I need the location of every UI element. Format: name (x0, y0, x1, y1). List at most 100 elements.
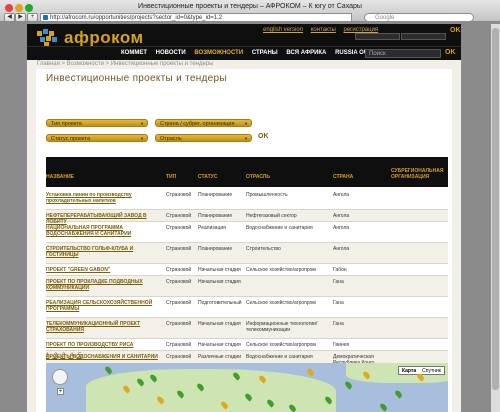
projects-map[interactable]: + Карта Спутник (46, 363, 448, 412)
project-sector-cell: Информационные технологии/ телекоммуника… (246, 321, 318, 333)
table-row: ТЕЛЕКОММУНИКАЦИОННЫЙ ПРОЕКТ СТРАХОВАНИЯ С… (46, 318, 448, 339)
project-status-cell: Начальная стадия (198, 267, 241, 273)
project-name-link[interactable]: Установка линии по производству прохлади… (46, 192, 164, 204)
project-name-link[interactable]: ПРОЕКТ ПО ПРОИЗВОДСТВУ РИСА (46, 342, 164, 348)
page-title: Инвестиционные проекты и тендеры (46, 73, 227, 84)
column-header-type[interactable]: ТИП (166, 174, 176, 180)
forward-button[interactable]: ▶ (15, 13, 26, 22)
nav-item-countries[interactable]: СТРАНЫ (252, 50, 278, 56)
project-sector-cell: Водоснабжение и санитария (246, 225, 313, 231)
project-country-cell: Гана (333, 300, 344, 306)
table-row: ПРОЕКТ ПО ПРОКЛАДКЕ ПОДВОДНЫХ КОММУНИКАЦ… (46, 276, 448, 297)
column-header-country[interactable]: СТРАНА (333, 174, 353, 180)
filter-ok-button[interactable]: OK (258, 133, 269, 140)
map-pin-icon[interactable] (393, 389, 404, 399)
table-row: НАЦИОНАЛЬНАЯ ПРОГРАММА ВОДОСНАБЖЕНИЯ И С… (46, 222, 448, 243)
page-link-5[interactable]: 5 (78, 353, 81, 359)
table-header: НАЗВАНИЕ ТИП СТАТУС ОТРАСЛЬ СТРАНА СУБРЕ… (46, 157, 448, 187)
nav-item-opportunities[interactable]: ВОЗМОЖНОСТИ (194, 50, 243, 56)
table-row: ПРОЕКТ ПО ПРОИЗВОДСТВУ РИСА Страновой Нача… (46, 339, 448, 351)
project-type-cell: Страновой (166, 300, 192, 306)
map-pin-icon[interactable] (103, 365, 114, 375)
project-status-cell: Планирование (198, 246, 233, 252)
table-row: Установка линии по производству прохлади… (46, 189, 448, 210)
nav-item-komment[interactable]: КОММЕТ (121, 50, 147, 56)
country-select[interactable]: Страна / субрег. организация (155, 119, 252, 128)
project-type-cell: Страновой (166, 279, 192, 285)
project-name-link[interactable]: ПРОЕКТ ПО ПРОКЛАДКЕ ПОДВОДНЫХ КОММУНИКАЦ… (46, 279, 164, 291)
project-status-cell: Начальная стадия (198, 279, 241, 285)
browser-search-input[interactable]: Google (364, 13, 474, 22)
vertical-scrollbar[interactable] (491, 24, 500, 412)
project-sector-cell: Промышленность (246, 192, 288, 198)
web-page: афроком english version контакты регистр… (27, 24, 461, 412)
project-sector-cell: Строительство (246, 246, 281, 252)
project-type-cell: Страновой (166, 213, 192, 219)
login-field[interactable] (355, 33, 400, 40)
project-type-select[interactable]: Тип проекта (46, 119, 148, 128)
page-link-3[interactable]: 3 (62, 353, 65, 359)
satellite-view-button[interactable]: Спутник (419, 368, 444, 374)
contacts-link[interactable]: контакты (311, 27, 336, 33)
browser-window-chrome: Инвестиционные проекты и тендеры – АФРОК… (0, 0, 500, 22)
nav-item-news[interactable]: НОВОСТИ (156, 50, 186, 56)
back-button[interactable]: ◀ (4, 13, 15, 22)
project-name-link[interactable]: НАЦИОНАЛЬНАЯ ПРОГРАММА ВОДОСНАБЖЕНИЯ И С… (46, 225, 164, 237)
project-status-cell: Начальная стадия (198, 342, 241, 348)
map-view-button[interactable]: Карта (399, 368, 419, 374)
address-bar[interactable]: http://afrocom.ru/opportunities/projects… (40, 13, 352, 22)
sector-select[interactable]: Отрасль (155, 134, 252, 143)
project-country-cell: Ангола (333, 213, 350, 219)
site-search-ok-button[interactable]: OK (445, 49, 456, 56)
project-status-cell: Планирование (198, 213, 233, 219)
project-sector-cell: Сельское хозяйство/агропром (246, 267, 316, 273)
pagination: 1 2 3 4 5 (46, 353, 84, 359)
project-name-link[interactable]: ПРОЕКТ "GREEN GABON" (46, 267, 164, 273)
project-country-cell: Ангола (333, 192, 350, 198)
project-name-link[interactable]: СТРОИТЕЛЬСТВО ГОЛЬФ-КЛУБА И ГОСТИНИЦЫ (46, 246, 164, 258)
breadcrumb: Главная > Возможности > Инвестиционные п… (37, 61, 214, 67)
map-pin-icon[interactable] (343, 380, 354, 390)
scrollbar-thumb[interactable] (492, 28, 499, 390)
project-type-cell: Страновой (166, 342, 192, 348)
column-header-subregional-org[interactable]: СУБРЕГИОНАЛЬНАЯ ОРГАНИЗАЦИЯ (391, 168, 446, 180)
project-country-cell: Гана (333, 321, 344, 327)
nav-item-all-africa[interactable]: ВСЯ АФРИКА (286, 50, 326, 56)
project-sector-cell: Сельское хозяйство/агропром (246, 342, 316, 348)
window-title: Инвестиционные проекты и тендеры – АФРОК… (138, 3, 362, 10)
table-row: ПРОЕКТ "GREEN GABON" Страновой Начальная с… (46, 264, 448, 276)
english-version-link[interactable]: english version (263, 27, 303, 33)
main-navigation: КОММЕТ НОВОСТИ ВОЗМОЖНОСТИ СТРАНЫ ВСЯ АФ… (27, 46, 461, 60)
project-sector-cell: Водоснабжение и санитария (246, 354, 313, 360)
reload-button[interactable]: + (27, 13, 38, 22)
password-field[interactable] (401, 33, 446, 40)
column-header-name[interactable]: НАЗВАНИЕ (46, 174, 74, 180)
page-link-2[interactable]: 2 (54, 353, 57, 359)
column-header-sector[interactable]: ОТРАСЛЬ (246, 174, 270, 180)
favicon-icon (43, 15, 48, 20)
page-link-1[interactable]: 1 (46, 353, 49, 359)
map-pan-control[interactable] (52, 369, 68, 385)
page-link-4[interactable]: 4 (70, 353, 73, 359)
site-search-input[interactable]: Поиск (365, 49, 441, 58)
project-type-cell: Страновой (166, 246, 192, 252)
table-row: НЕФТЕПЕРЕРАБАТЫВАЮЩИЙ ЗАВОД В ЛОБИТУ Стра… (46, 210, 448, 225)
project-type-cell: Страновой (166, 321, 192, 327)
login-ok-button[interactable]: OK (450, 27, 461, 34)
project-name-link[interactable]: ТЕЛЕКОММУНИКАЦИОННЫЙ ПРОЕКТ СТРАХОВАНИЯ (46, 321, 164, 333)
project-country-cell: Гвинея (333, 342, 350, 348)
project-status-cell: Планирование (198, 192, 233, 198)
project-country-cell: Ангола (333, 246, 350, 252)
afrocom-logo-icon (37, 29, 57, 47)
address-text: http://afrocom.ru/opportunities/projects… (50, 15, 223, 21)
project-sector-cell: Нефтегазовый сектор (246, 213, 297, 219)
project-type-cell: Страновой (166, 267, 192, 273)
map-zoom-in-button[interactable]: + (57, 388, 64, 395)
map-pin-icon[interactable] (378, 402, 389, 412)
project-name-link[interactable]: РЕАЛИЗАЦИЯ СЕЛЬСКОХОЗЯЙСТВЕННОЙ ПРОГРАММ… (46, 300, 164, 312)
project-status-select[interactable]: Статус проекта (46, 134, 148, 143)
map-pin-icon[interactable] (305, 367, 316, 377)
login-form: OK (355, 27, 461, 45)
column-header-status[interactable]: СТАТУС (198, 174, 217, 180)
site-logo-text[interactable]: афроком (64, 28, 144, 48)
